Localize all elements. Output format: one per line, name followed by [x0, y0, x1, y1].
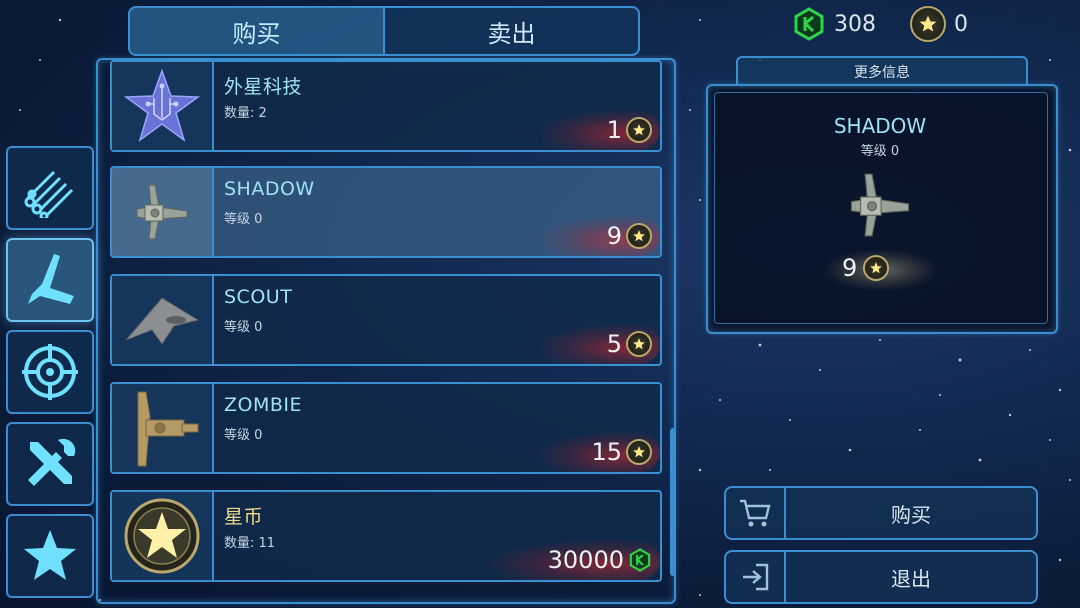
star-count: 0: [954, 11, 968, 37]
target-icon: [22, 344, 78, 400]
item-thumbnail: [112, 384, 214, 472]
shop-item-shadow[interactable]: SHADOW 等级 0 9: [110, 166, 662, 258]
info-price: 9: [842, 254, 890, 282]
price-value: 1: [606, 116, 622, 144]
item-thumbnail: [112, 276, 214, 364]
gem-icon: [794, 7, 824, 41]
zombie-ship-icon: [137, 391, 199, 467]
tab-buy[interactable]: 购买: [128, 6, 385, 56]
item-price: 30000: [548, 546, 652, 574]
item-name: SHADOW: [224, 178, 315, 200]
item-quantity: 数量: 11: [224, 536, 276, 551]
star-coin-icon: [626, 331, 652, 357]
item-name: ZOMBIE: [224, 394, 303, 416]
gem-icon: [629, 548, 651, 572]
price-value: 15: [591, 438, 622, 466]
item-thumbnail: [112, 492, 214, 580]
info-price-value: 9: [842, 254, 858, 282]
gem-balance: 308: [792, 6, 876, 42]
shadow-ship-icon: [136, 184, 188, 240]
tab-sell[interactable]: 卖出: [385, 6, 640, 56]
item-name: 外星科技: [224, 76, 303, 98]
item-price: 9: [607, 222, 652, 250]
item-thumbnail: [112, 62, 214, 150]
gem-count: 308: [834, 11, 876, 37]
star-coin-icon: [626, 117, 652, 143]
category-sidebar: [6, 146, 98, 606]
item-level: 等级 0: [224, 320, 263, 335]
scout-ship-icon: [125, 297, 200, 345]
item-name: SCOUT: [224, 286, 293, 308]
exit-icon: [726, 552, 786, 602]
info-ship-level: 等级 0: [860, 144, 900, 159]
item-name: 星币: [224, 506, 264, 528]
alien-tech-icon: [124, 68, 200, 142]
star-coin-icon: [626, 439, 652, 465]
materials-icon: [24, 170, 74, 218]
item-thumbnail: [112, 168, 214, 256]
list-scrollbar[interactable]: [670, 428, 676, 576]
item-level: 等级 0: [224, 212, 263, 227]
shop-item-scout[interactable]: SCOUT 等级 0 5: [110, 274, 662, 366]
star-coin-icon: [626, 223, 652, 249]
buy-button-label: 购买: [891, 502, 931, 527]
shadow-ship-preview-icon: [850, 173, 910, 237]
cart-icon: [726, 488, 786, 538]
star-coin-icon: [863, 255, 890, 281]
price-value: 30000: [547, 546, 624, 574]
item-price: 15: [591, 438, 652, 466]
star-coin-icon: [910, 6, 946, 42]
shop-item-zombie[interactable]: ZOMBIE 等级 0 15: [110, 382, 662, 474]
category-upgrades[interactable]: [6, 422, 94, 506]
category-materials[interactable]: [6, 146, 94, 230]
ship-icon: [28, 254, 74, 304]
category-special[interactable]: [6, 514, 94, 598]
info-ship-name: SHADOW: [833, 114, 927, 138]
exit-button-label: 退出: [891, 566, 931, 591]
shop-item-star-coin[interactable]: 星币 数量: 11 30000: [110, 490, 662, 582]
item-level: 等级 0: [224, 428, 263, 443]
star-balance: 0: [910, 6, 968, 42]
buy-sell-tabs: 购买 卖出: [128, 6, 640, 56]
exit-button[interactable]: 退出: [724, 550, 1038, 604]
item-quantity: 数量: 2: [224, 106, 267, 121]
price-value: 5: [606, 330, 622, 358]
item-price: 1: [607, 116, 652, 144]
item-price: 5: [607, 330, 652, 358]
tools-icon: [28, 438, 76, 486]
star-icon: [24, 530, 76, 580]
buy-button[interactable]: 购买: [724, 486, 1038, 540]
category-ships[interactable]: [6, 238, 94, 322]
star-coin-icon: [124, 498, 200, 574]
shop-item-alien-tech[interactable]: 外星科技 数量: 2 1: [110, 60, 662, 152]
category-weapons[interactable]: [6, 330, 94, 414]
price-value: 9: [606, 222, 622, 250]
